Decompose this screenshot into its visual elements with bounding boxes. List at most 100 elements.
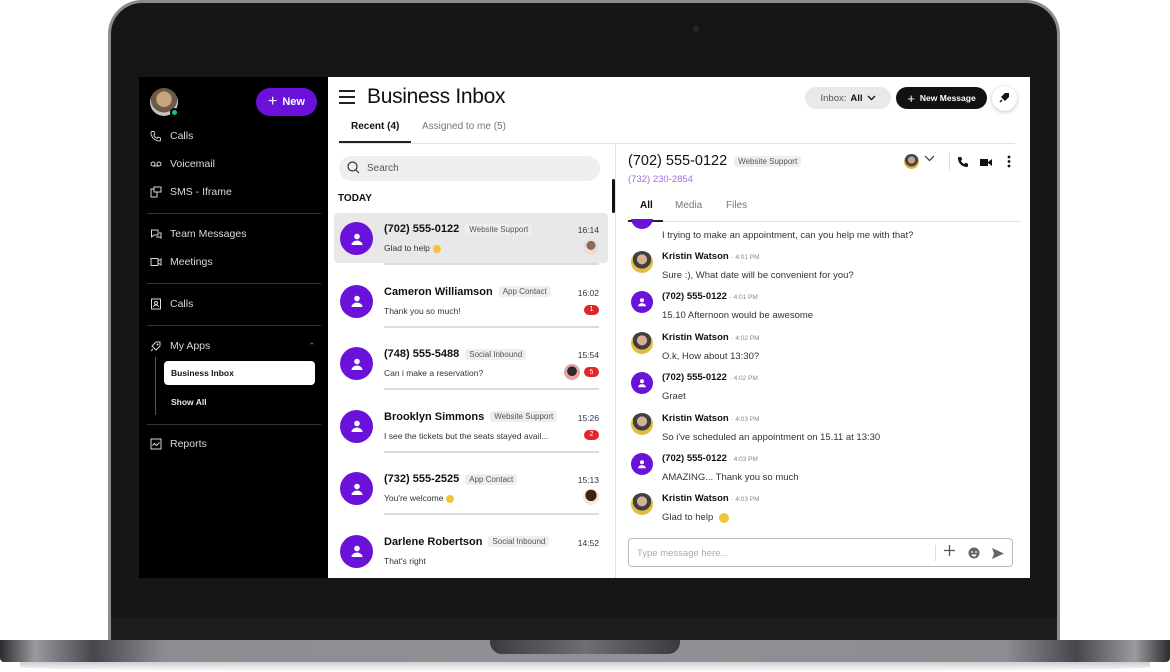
contact-avatar [340, 534, 373, 568]
sidebar-divider [147, 283, 321, 284]
unread-badge: 1 [584, 304, 599, 315]
agent-avatar [631, 493, 653, 516]
contact-avatar [340, 284, 373, 318]
assignee-avatar [564, 364, 580, 380]
unread-badge: 5 [584, 367, 599, 377]
message-time: · 4:03 PM [731, 496, 760, 504]
sidebar-item-team-messages[interactable]: Team Messages [149, 227, 246, 240]
message-input[interactable] [637, 545, 927, 561]
sms-iframe-icon [149, 185, 162, 198]
chat-message: Kristin Watson · 4:03 PM So i've schedule… [631, 412, 1021, 449]
conversation-tag: App Contact [498, 286, 551, 297]
conversation-item[interactable]: Brooklyn Simmons Website Support 15:26 I se… [334, 401, 608, 453]
sidebar-item-calls-contacts[interactable]: Calls [149, 297, 193, 310]
conversation-item[interactable]: (732) 555-2525 App Contact 15:13 You're wel… [334, 463, 608, 515]
message-header: Kristin Watson · 4:01 PM [662, 251, 760, 262]
new-message-button[interactable]: + New Message [896, 87, 987, 109]
message-text: Glad to help [662, 512, 730, 523]
unread-badge: 2 [584, 429, 599, 440]
page-title: Business Inbox [367, 85, 506, 108]
emoji-icon[interactable] [968, 546, 980, 564]
sidebar-item-sms-iframe[interactable]: SMS - Iframe [149, 185, 232, 198]
conversation-tag: Website Support [490, 411, 558, 422]
chat-contact-name: (702) 555-0122 Website Support [628, 153, 802, 169]
sidebar-item-calls[interactable]: Calls [149, 129, 193, 142]
send-icon[interactable] [992, 546, 1004, 564]
agent-avatar [631, 331, 653, 354]
item-divider [384, 450, 599, 453]
menu-icon[interactable] [339, 90, 355, 104]
message-header: (702) 555-0122 · 4:01 PM [662, 291, 758, 303]
chat-message: Kristin Watson · 4:03 PM Glad to help [631, 493, 1021, 529]
conversation-name: (748) 555-5488 Social Inbound [384, 348, 527, 360]
chat-contact-tag: Website Support [734, 155, 802, 167]
conversation-preview: I see the tickets but the seats stayed a… [384, 430, 549, 441]
conversation-preview: You're welcome [384, 493, 455, 503]
contact-avatar [340, 472, 373, 505]
user-avatar[interactable] [150, 88, 179, 117]
more-options-icon[interactable] [1007, 155, 1011, 173]
camera [693, 26, 699, 32]
contact-avatar [631, 453, 653, 475]
assignee-avatar[interactable] [904, 154, 919, 169]
message-header: Kristin Watson · 4:03 PM [662, 412, 760, 424]
chat-sub-number[interactable]: (732) 230-2854 [628, 174, 693, 185]
grinning-emoji-icon [446, 494, 455, 503]
grinning-emoji-icon [432, 244, 441, 253]
sidebar-divider [147, 325, 321, 326]
chat-message: (702) 555-0122 · 4:03 PM AMAZING... Thank… [631, 453, 1021, 489]
conversation-tag: Social Inbound [465, 348, 527, 360]
message-text: O.k, How about 13:30? [662, 350, 760, 362]
tab-assigned-to-me[interactable]: Assigned to me (5) [422, 121, 506, 132]
message-text: So i've scheduled an appointment on 15.1… [662, 431, 881, 443]
sidebar-subitem-show-all[interactable]: Show All [171, 397, 207, 407]
laptop-bezel [111, 618, 1057, 640]
phone-icon[interactable] [957, 155, 969, 173]
tab-underline [339, 141, 411, 143]
item-divider [384, 388, 599, 390]
contact-avatar [340, 409, 373, 443]
conversation-tag: Website Support [465, 223, 533, 235]
conversation-preview: That's right [384, 555, 426, 566]
submenu-line [155, 357, 156, 415]
conversation-time: 14:52 [577, 537, 599, 548]
apps-launcher-button[interactable] [992, 86, 1017, 111]
sidebar-item-reports[interactable]: Reports [149, 437, 207, 450]
tab-recent[interactable]: Recent (4) [351, 121, 399, 132]
inbox-filter-dropdown[interactable]: Inbox: All [805, 87, 891, 109]
chevron-down-icon[interactable] [924, 154, 935, 165]
message-time: · 4:01 PM [731, 254, 760, 261]
conversation-item[interactable]: Darlene Robertson Social Inbound 14:52 That… [334, 526, 608, 576]
search-icon [347, 160, 360, 177]
conversation-item[interactable]: (702) 555-0122 Website Support 16:14 Glad t… [334, 213, 608, 265]
contact-card-icon [149, 297, 162, 310]
sidebar-item-voicemail[interactable]: Voicemail [149, 157, 215, 170]
search-input[interactable]: Search [339, 156, 600, 181]
chat-bubbles-icon [149, 227, 162, 240]
inbox-tabs: Recent (4) Assigned to me (5) [339, 115, 1015, 144]
chat-message: (702) 555-0122 · 4:02 PM Graet [631, 372, 1021, 408]
item-divider [384, 325, 599, 328]
chevron-up-icon[interactable]: ⌃ [308, 341, 316, 352]
sidebar-item-my-apps[interactable]: My Apps [149, 339, 210, 352]
attach-plus-icon[interactable] [943, 544, 956, 562]
column-divider [615, 143, 616, 578]
video-call-icon[interactable] [980, 155, 992, 173]
chat-tab-all[interactable]: All [640, 200, 653, 211]
rocket-icon [149, 339, 162, 352]
rocket-icon [998, 90, 1011, 108]
phone-icon [149, 129, 162, 142]
message-time: · 4:02 PM [731, 334, 760, 342]
conversation-item[interactable]: (748) 555-5488 Social Inbound 15:54 Can i m… [334, 338, 608, 390]
message-composer [628, 538, 1013, 567]
chat-tab-files[interactable]: Files [726, 200, 747, 211]
sidebar-subitem-business-inbox[interactable]: Business Inbox [164, 361, 315, 385]
sidebar-item-meetings[interactable]: Meetings [149, 255, 213, 268]
chat-tab-media[interactable]: Media [675, 200, 702, 211]
conversation-time: 15:26 [577, 412, 599, 423]
conversation-time: 15:13 [577, 475, 599, 485]
conversation-time: 16:02 [577, 287, 599, 298]
new-button[interactable]: + New [256, 88, 317, 116]
agent-avatar [631, 251, 653, 273]
conversation-item[interactable]: Cameron Williamson App Contact 16:02 Thank … [334, 276, 608, 328]
